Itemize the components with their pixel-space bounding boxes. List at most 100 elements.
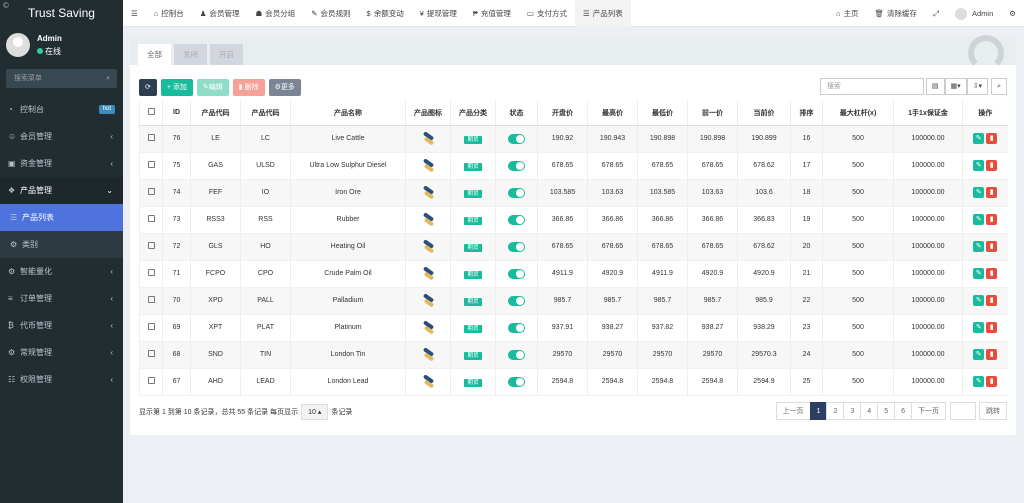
top-nav-tab[interactable]: ☗会员分组: [248, 0, 304, 27]
top-nav-tab[interactable]: ⌂控制台: [146, 0, 192, 27]
edit-row-icon[interactable]: ✎: [973, 160, 984, 171]
status-toggle[interactable]: [496, 152, 538, 179]
edit-row-icon[interactable]: ✎: [973, 322, 984, 333]
more-button[interactable]: ⚙更多: [269, 79, 301, 96]
delete-button[interactable]: ▮ 删除: [233, 79, 265, 96]
edit-row-icon[interactable]: ✎: [973, 241, 984, 252]
row-checkbox[interactable]: [140, 287, 163, 314]
edit-row-icon[interactable]: ✎: [973, 214, 984, 225]
sidebar-item[interactable]: ◔控制台hot: [0, 96, 123, 123]
row-checkbox[interactable]: [140, 152, 163, 179]
delete-row-icon[interactable]: ▮: [986, 187, 997, 198]
cell: 500: [823, 341, 894, 368]
edit-row-icon[interactable]: ✎: [973, 376, 984, 387]
delete-row-icon[interactable]: ▮: [986, 214, 997, 225]
status-toggle[interactable]: [496, 341, 538, 368]
status-toggle[interactable]: [496, 179, 538, 206]
export-dropdown-icon[interactable]: ⇩▾: [967, 78, 988, 95]
column-header[interactable]: 排序: [791, 101, 823, 125]
delete-row-icon[interactable]: ▮: [986, 133, 997, 144]
delete-row-icon[interactable]: ▮: [986, 295, 997, 306]
refresh-button[interactable]: ⟳: [139, 79, 157, 96]
page-button[interactable]: 2: [826, 402, 844, 420]
column-header[interactable]: 当前价: [738, 101, 791, 125]
top-nav-tab[interactable]: ☰产品列表: [575, 0, 631, 27]
user-menu[interactable]: Admin: [947, 0, 1001, 27]
row-checkbox[interactable]: [140, 368, 163, 395]
fullscreen-icon[interactable]: ⤢: [925, 0, 947, 27]
sidebar-item[interactable]: ⚙常规管理‹: [0, 339, 123, 366]
row-checkbox[interactable]: [140, 314, 163, 341]
delete-row-icon[interactable]: ▮: [986, 322, 997, 333]
table-search-input[interactable]: 搜索: [820, 78, 924, 95]
clear-cache-button[interactable]: 🗑清除缓存: [866, 0, 925, 27]
sidebar-item[interactable]: ❖产品管理⌄: [0, 177, 123, 204]
top-nav-tab[interactable]: ✎会员规则: [303, 0, 358, 27]
cell: 985.7: [688, 287, 738, 314]
app-logo[interactable]: ©Trust Saving: [0, 0, 123, 27]
edit-row-icon[interactable]: ✎: [973, 295, 984, 306]
page-size-select[interactable]: 10 ▴: [301, 404, 328, 420]
column-header[interactable]: 1手1x保证金: [894, 101, 963, 125]
status-toggle[interactable]: [496, 206, 538, 233]
sidebar-subitem[interactable]: ☰产品列表: [0, 204, 123, 231]
sidebar-item[interactable]: ☺会员管理‹: [0, 123, 123, 150]
sidebar-item[interactable]: ▣资金管理‹: [0, 150, 123, 177]
select-all-checkbox[interactable]: [140, 101, 163, 125]
status-toggle[interactable]: [496, 260, 538, 287]
row-checkbox[interactable]: [140, 179, 163, 206]
page-button[interactable]: 4: [860, 402, 878, 420]
delete-row-icon[interactable]: ▮: [986, 376, 997, 387]
tab-all[interactable]: 全部: [138, 44, 171, 65]
sidebar-item[interactable]: ≡订单管理‹: [0, 285, 123, 312]
status-toggle[interactable]: [496, 368, 538, 395]
column-header[interactable]: 最大杠杆(x): [823, 101, 894, 125]
page-button[interactable]: 6: [894, 402, 912, 420]
sidebar-toggle-icon[interactable]: ☰: [123, 0, 146, 27]
status-toggle[interactable]: [496, 314, 538, 341]
top-nav-tab[interactable]: ¥提现管理: [412, 0, 465, 27]
row-checkbox[interactable]: [140, 233, 163, 260]
status-toggle[interactable]: [496, 125, 538, 152]
delete-row-icon[interactable]: ▮: [986, 268, 997, 279]
top-nav-tab[interactable]: $余额变动: [359, 0, 412, 27]
delete-row-icon[interactable]: ▮: [986, 160, 997, 171]
tab-open[interactable]: 开启: [210, 44, 243, 65]
tab-closed[interactable]: 关闭: [174, 44, 207, 65]
sidebar-item[interactable]: ⚙智能量化‹: [0, 258, 123, 285]
page-button[interactable]: 1: [810, 402, 828, 420]
top-nav-tab[interactable]: ♟会员管理: [192, 0, 248, 27]
list-icon: ≡: [8, 285, 20, 312]
jump-button[interactable]: 跳转: [979, 402, 1007, 420]
sidebar-item[interactable]: ₿代币管理‹: [0, 312, 123, 339]
jump-page-input[interactable]: [950, 402, 976, 420]
edit-row-icon[interactable]: ✎: [973, 349, 984, 360]
top-nav-tab[interactable]: ▭支付方式: [519, 0, 575, 27]
row-checkbox[interactable]: [140, 125, 163, 152]
page-button[interactable]: 3: [843, 402, 861, 420]
row-checkbox[interactable]: [140, 341, 163, 368]
home-link[interactable]: ⌂主页: [828, 0, 867, 27]
columns-icon[interactable]: ▦▾: [945, 78, 967, 95]
advanced-search-icon[interactable]: ⌕: [991, 78, 1007, 95]
status-toggle[interactable]: [496, 233, 538, 260]
status-toggle[interactable]: [496, 287, 538, 314]
add-button[interactable]: + 添加: [161, 79, 193, 96]
edit-row-icon[interactable]: ✎: [973, 268, 984, 279]
edit-row-icon[interactable]: ✎: [973, 133, 984, 144]
sidebar-item[interactable]: ☷权限管理‹: [0, 366, 123, 393]
edit-button[interactable]: ✎编辑: [197, 79, 229, 96]
next-page-button[interactable]: 下一页: [911, 402, 946, 420]
top-nav-tab[interactable]: ₱充值管理: [465, 0, 519, 27]
sidebar-subitem[interactable]: ⚙类别: [0, 231, 123, 258]
export-icon[interactable]: ▤: [926, 78, 945, 95]
row-checkbox[interactable]: [140, 206, 163, 233]
edit-row-icon[interactable]: ✎: [973, 187, 984, 198]
delete-row-icon[interactable]: ▮: [986, 349, 997, 360]
delete-row-icon[interactable]: ▮: [986, 241, 997, 252]
prev-page-button[interactable]: 上一页: [776, 402, 811, 420]
menu-search-input[interactable]: 搜索菜单⌕: [6, 69, 117, 88]
page-button[interactable]: 5: [877, 402, 895, 420]
settings-icon[interactable]: ⚙: [1001, 0, 1024, 27]
row-checkbox[interactable]: [140, 260, 163, 287]
